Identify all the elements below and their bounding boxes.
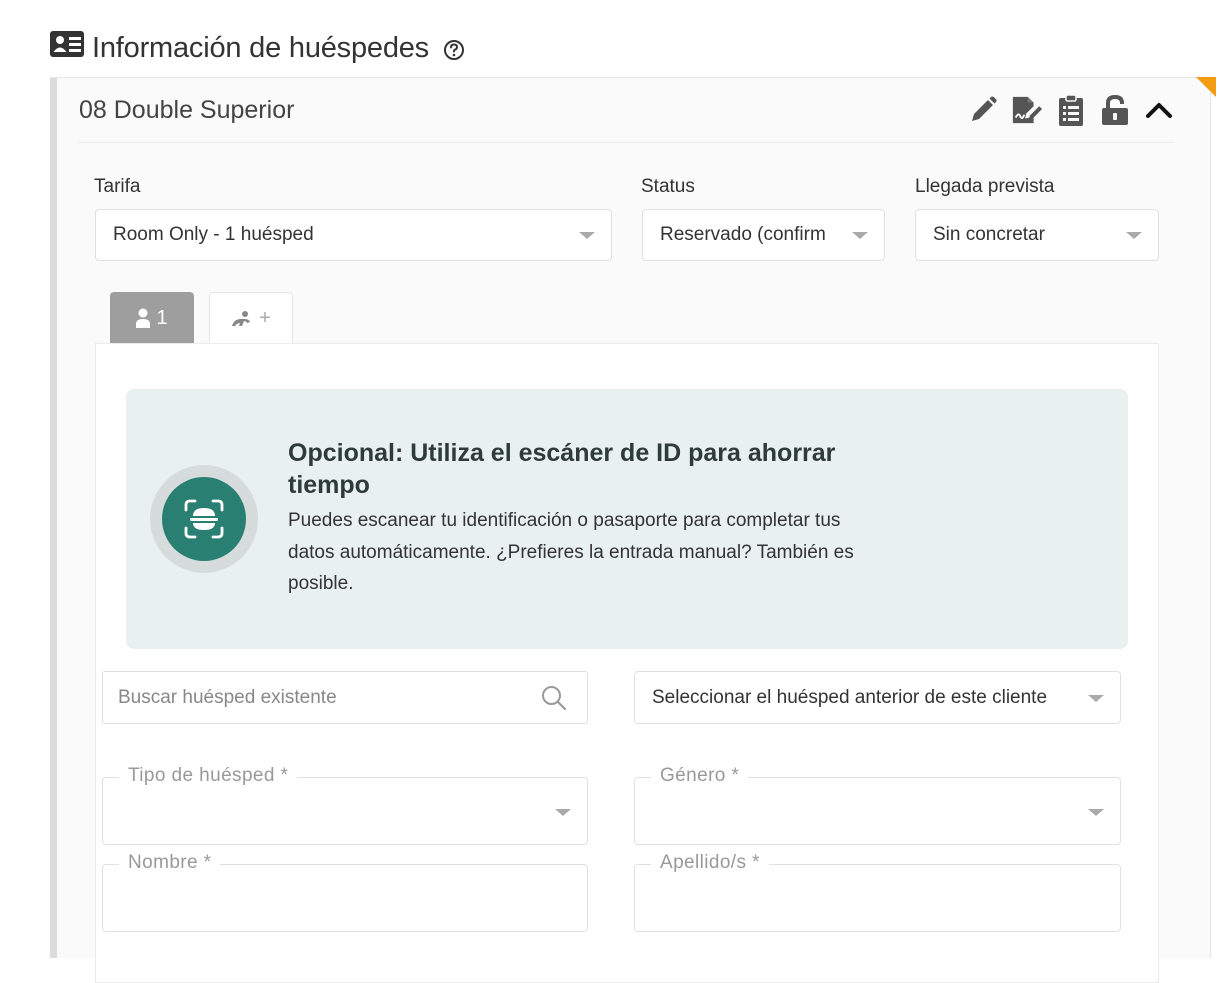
status-value: Reservado (confirm: [660, 224, 826, 245]
genero-label: Género *: [651, 765, 749, 787]
tarifa-label: Tarifa: [94, 176, 141, 197]
help-icon[interactable]: [443, 39, 465, 61]
search-icon[interactable]: [541, 685, 567, 716]
previous-guest-value: Seleccionar el huésped anterior de este …: [652, 686, 1048, 708]
chevron-down-icon: [1088, 694, 1104, 702]
tipo-huesped-label: Tipo de huésped *: [119, 765, 298, 787]
status-select[interactable]: Reservado (confirm: [642, 209, 885, 261]
chevron-down-icon: [852, 232, 868, 239]
id-scanner-banner: Opcional: Utiliza el escáner de ID para …: [126, 389, 1128, 649]
genero-select[interactable]: Género *: [634, 765, 1121, 845]
tarifa-value: Room Only - 1 huésped: [113, 224, 314, 245]
chevron-down-icon: [555, 809, 571, 816]
tab-guest-1[interactable]: 1: [110, 292, 194, 344]
nombre-field[interactable]: Nombre *: [102, 852, 588, 932]
section-title: Información de huéspedes: [50, 30, 465, 66]
baby-icon: [232, 310, 251, 326]
scan-icon: [184, 499, 224, 539]
room-actions: [967, 92, 1175, 128]
tab-add-guest-label: +: [259, 307, 271, 329]
scanner-title: Opcional: Utiliza el escáner de ID para …: [288, 439, 836, 499]
chevron-down-icon: [1126, 232, 1142, 239]
user-icon: [136, 308, 151, 328]
chevron-down-icon: [579, 232, 595, 239]
tab-add-guest[interactable]: +: [209, 292, 293, 344]
guest-card: Opcional: Utiliza el escáner de ID para …: [95, 343, 1159, 983]
section-title-text: Información de huéspedes: [92, 31, 429, 64]
status-label: Status: [641, 176, 695, 197]
scan-button-halo: [150, 465, 258, 573]
search-input[interactable]: [103, 685, 540, 710]
apellidos-label: Apellido/s *: [651, 852, 769, 874]
room-panel-accent-bar: [50, 78, 57, 958]
room-name: 08 Double Superior: [79, 95, 295, 124]
apellidos-field[interactable]: Apellido/s *: [634, 852, 1121, 932]
nombre-label: Nombre *: [119, 852, 221, 874]
previous-guest-select[interactable]: Seleccionar el huésped anterior de este …: [634, 671, 1121, 724]
corner-flag: [1196, 77, 1216, 97]
signature-icon[interactable]: [1011, 92, 1043, 128]
guest-search: [102, 671, 588, 724]
room-panel: 08 Double Superior Tarifa Room Only - 1 …: [50, 77, 1216, 983]
llegada-value: Sin concretar: [933, 224, 1045, 245]
room-header: 08 Double Superior: [79, 78, 1175, 143]
tipo-huesped-select[interactable]: Tipo de huésped *: [102, 765, 588, 845]
chevron-down-icon: [1088, 809, 1104, 816]
tarifa-select[interactable]: Room Only - 1 huésped: [95, 209, 612, 261]
llegada-select[interactable]: Sin concretar: [915, 209, 1159, 261]
tab-guest-1-label: 1: [156, 306, 168, 329]
clipboard-list-icon[interactable]: [1055, 92, 1087, 128]
chevron-up-icon[interactable]: [1143, 92, 1175, 128]
unlock-icon[interactable]: [1099, 92, 1131, 128]
pencil-icon[interactable]: [967, 92, 999, 128]
scanner-description: Puedes escanear tu identificación o pasa…: [288, 510, 854, 594]
llegada-label: Llegada prevista: [915, 176, 1055, 197]
id-card-icon: [50, 31, 84, 65]
scan-id-button[interactable]: [162, 477, 246, 561]
